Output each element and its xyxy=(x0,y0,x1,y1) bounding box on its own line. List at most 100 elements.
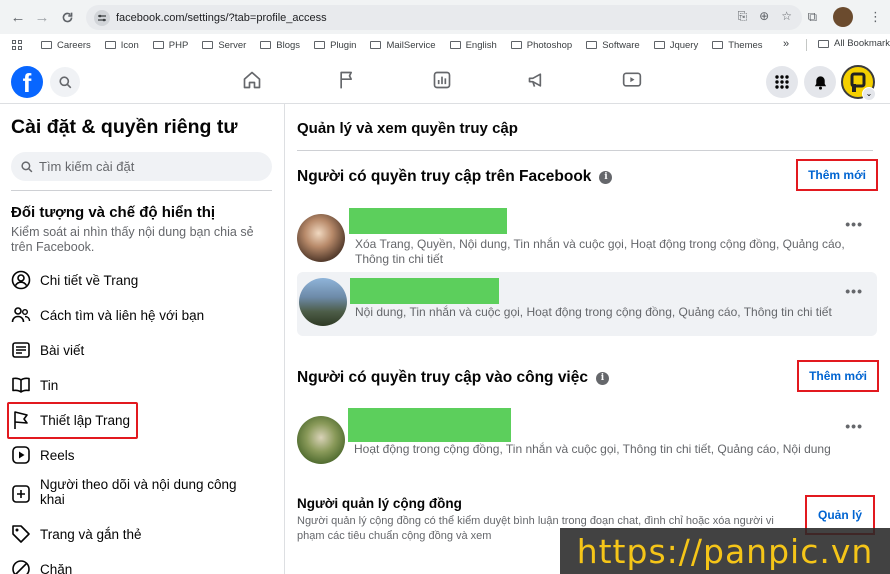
all-bookmarks[interactable]: All Bookmarks xyxy=(818,38,890,49)
sidebar-item-label: Chặn xyxy=(40,561,73,574)
folder-icon xyxy=(653,41,665,49)
section-title: Đối tượng và chế độ hiển thị xyxy=(11,204,216,221)
bookmark-php[interactable]: PHP xyxy=(152,40,188,51)
more-options-icon[interactable]: ••• xyxy=(845,418,863,434)
sidebar-item-label: Tin xyxy=(40,377,59,393)
bookmark-english[interactable]: English xyxy=(449,39,497,51)
reels-icon xyxy=(10,444,32,466)
bookmark-themes[interactable]: Themes xyxy=(712,40,763,51)
avatar xyxy=(297,416,345,464)
sidebar-item-tagging[interactable]: Trang và gắn thẻ xyxy=(10,519,142,549)
chevron-down-icon[interactable]: ⌄ xyxy=(862,87,876,101)
folder-icon xyxy=(41,41,52,49)
address-bar[interactable]: facebook.com/settings/?tab=profile_acces… xyxy=(86,5,802,30)
sidebar-item-label: Người theo dõi và nội dung công khai xyxy=(40,477,237,507)
more-options-icon[interactable]: ••• xyxy=(845,216,863,232)
list-item[interactable]: Nội dung, Tin nhắn và cuộc gọi, Hoạt độn… xyxy=(297,272,877,336)
back-icon[interactable]: ← xyxy=(6,5,30,29)
list-item[interactable]: Xóa Trang, Quyền, Nội dung, Tin nhắn và … xyxy=(297,208,877,268)
bookmarks-overflow-icon[interactable]: » xyxy=(783,38,789,50)
pages-flag-icon[interactable] xyxy=(335,68,359,92)
sidebar-item-followers[interactable]: Người theo dõi và nội dung công khai xyxy=(10,477,260,515)
bookmark-blogs[interactable]: Blogs xyxy=(260,40,300,51)
bookmark-label: Jquery xyxy=(669,39,699,51)
sidebar-item-blocking[interactable]: Chặn xyxy=(10,554,72,574)
extensions-icon[interactable]: ⧉ xyxy=(808,9,817,25)
settings-search-input[interactable]: Tìm kiếm cài đặt xyxy=(11,152,272,181)
permissions-text: Nội dung, Tin nhắn và cuộc gọi, Hoạt độn… xyxy=(355,305,832,319)
browser-toolbar: ← → facebook.com/settings/?tab=profile_a… xyxy=(0,0,890,34)
bookmark-star-icon[interactable]: ☆ xyxy=(781,9,792,24)
bookmark-jquery[interactable]: Jquery xyxy=(653,39,699,51)
manage-label: Quản lý xyxy=(817,508,862,522)
sidebar-item-label: Cách tìm và liên hệ với bạn xyxy=(40,307,205,323)
folder-icon xyxy=(586,41,598,49)
section-heading: Người có quyền truy cập trên Facebook xyxy=(297,168,592,185)
url-text: facebook.com/settings/?tab=profile_acces… xyxy=(116,11,327,24)
block-icon xyxy=(10,558,32,574)
sidebar-item-label: Trang và gắn thẻ xyxy=(40,526,142,542)
bookmark-label: English xyxy=(465,39,497,51)
community-manager-title: Người quản lý cộng đồng xyxy=(297,496,462,511)
bookmark-label: Photoshop xyxy=(526,39,573,51)
install-app-icon[interactable]: ⎘ xyxy=(738,9,748,24)
menu-grid-icon xyxy=(775,75,789,89)
bookmark-label: Careers xyxy=(57,39,91,51)
sidebar-item-stories[interactable]: Tin xyxy=(10,370,58,400)
watermark: https://panpic.vn xyxy=(560,528,890,574)
menu-grid-button[interactable] xyxy=(766,66,798,98)
facebook-logo-icon[interactable]: f xyxy=(11,66,43,98)
insights-icon[interactable] xyxy=(430,68,454,92)
zoom-icon[interactable]: ⊕ xyxy=(759,9,769,24)
redacted-name xyxy=(349,208,507,234)
add-new-button[interactable]: Thêm mới xyxy=(796,159,878,191)
redacted-name xyxy=(350,278,499,304)
highlight-box xyxy=(7,402,138,439)
bookmark-mailservice[interactable]: MailService xyxy=(370,40,436,51)
post-icon xyxy=(10,339,32,361)
bookmark-server[interactable]: Server xyxy=(202,40,246,51)
add-new-label: Thêm mới xyxy=(808,168,866,182)
browser-menu-icon[interactable]: ⋮ xyxy=(869,9,882,25)
bookmark-label: Server xyxy=(218,39,247,51)
search-icon xyxy=(21,160,33,172)
site-info-icon[interactable] xyxy=(94,9,110,26)
list-item[interactable]: Hoạt động trong cộng đồng, Tin nhắn và c… xyxy=(297,406,877,466)
info-icon[interactable]: i xyxy=(599,170,613,184)
bookmark-careers[interactable]: Careers xyxy=(41,40,91,51)
main-divider xyxy=(297,150,873,151)
bookmark-software[interactable]: Software xyxy=(586,40,640,51)
bookmarks-separator xyxy=(806,39,807,51)
add-new-button[interactable]: Thêm mới xyxy=(797,360,879,392)
browser-profile-avatar[interactable] xyxy=(833,7,853,27)
folder-icon xyxy=(104,41,116,49)
section-description: Kiểm soát ai nhìn thấy nội dung bạn chia… xyxy=(11,225,254,254)
more-options-icon[interactable]: ••• xyxy=(845,283,863,299)
home-icon[interactable] xyxy=(240,68,264,92)
sidebar-item-posts[interactable]: Bài viết xyxy=(10,335,84,365)
ads-megaphone-icon[interactable] xyxy=(525,68,549,92)
bookmark-icon[interactable]: Icon xyxy=(104,40,139,51)
search-icon xyxy=(58,75,71,88)
folder-icon xyxy=(370,41,382,49)
tag-icon xyxy=(10,523,32,545)
people-icon xyxy=(10,304,32,326)
bookmark-label: All Bookmarks xyxy=(834,38,890,49)
sidebar-item-page-details[interactable]: Chi tiết về Trang xyxy=(10,265,138,295)
bookmark-photoshop[interactable]: Photoshop xyxy=(510,39,573,51)
video-icon[interactable] xyxy=(620,68,644,92)
bookmark-plugin[interactable]: Plugin xyxy=(314,40,356,51)
sidebar-item-reels[interactable]: Reels xyxy=(10,440,75,470)
notifications-button[interactable] xyxy=(804,66,836,98)
folder-icon xyxy=(818,39,829,48)
search-button[interactable] xyxy=(50,67,80,97)
reload-icon[interactable] xyxy=(55,5,79,29)
redacted-name xyxy=(348,408,511,442)
forward-icon[interactable]: → xyxy=(30,5,54,29)
info-icon[interactable]: i xyxy=(595,371,609,385)
apps-grid-icon[interactable] xyxy=(12,39,23,51)
sidebar-item-find-contact[interactable]: Cách tìm và liên hệ với bạn xyxy=(10,300,204,330)
main-content: Quản lý và xem quyền truy cập Người có q… xyxy=(286,104,890,574)
folder-icon xyxy=(260,41,272,49)
add-new-label: Thêm mới xyxy=(809,369,867,383)
